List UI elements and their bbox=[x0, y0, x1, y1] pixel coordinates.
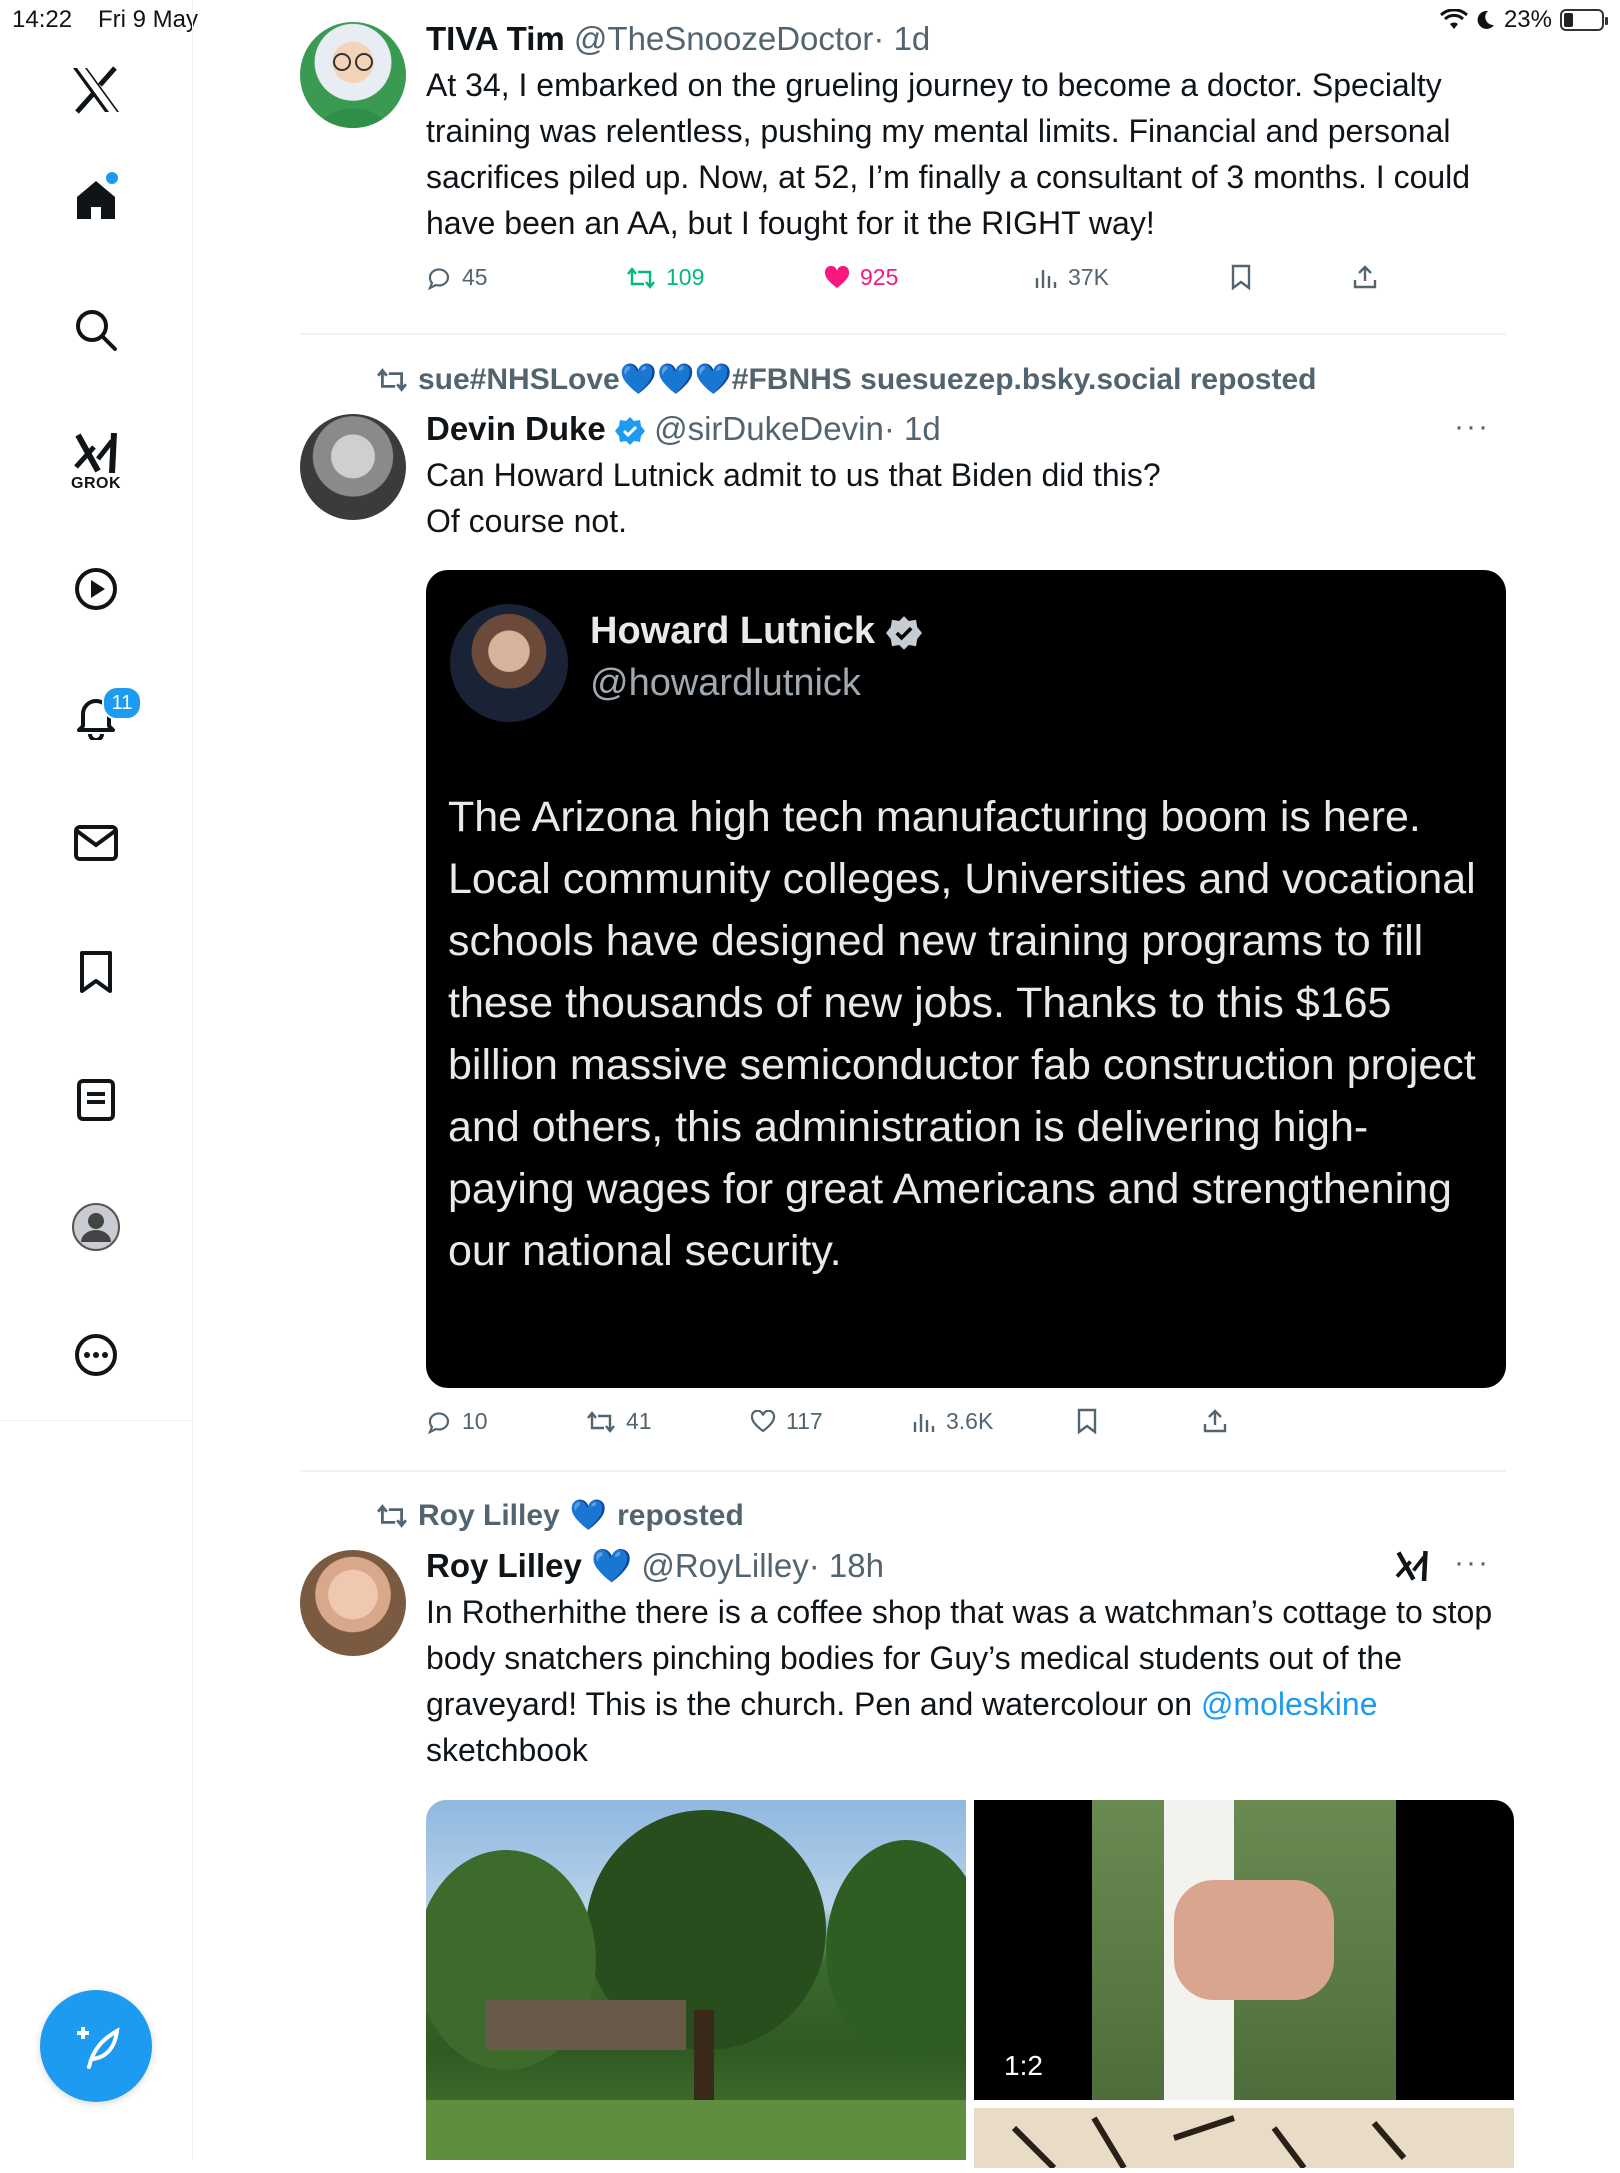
reply-button[interactable]: 45 bbox=[426, 264, 488, 291]
reposted-suffix: reposted bbox=[617, 1498, 744, 1532]
author-handle[interactable]: @sirDukeDevin bbox=[654, 410, 884, 447]
share-icon bbox=[1353, 265, 1377, 289]
share-button[interactable] bbox=[1202, 1408, 1228, 1434]
reply-count: 45 bbox=[462, 264, 488, 290]
sidebar-divider bbox=[0, 1420, 192, 1421]
heart-outline-icon bbox=[750, 1409, 776, 1432]
search-icon[interactable] bbox=[74, 308, 118, 352]
post-text-line-2: Of course not. bbox=[426, 503, 627, 539]
reposted-by-name[interactable]: Roy Lilley bbox=[418, 1499, 560, 1533]
views-icon bbox=[913, 1413, 935, 1432]
mention-link[interactable]: @moleskine bbox=[1201, 1686, 1378, 1722]
bookmark-button[interactable] bbox=[1230, 264, 1252, 290]
post-header: TIVA Tim @TheSnoozeDoctor· 1d bbox=[426, 18, 1506, 60]
more-options-icon[interactable] bbox=[73, 1332, 119, 1378]
quote-verified-badge-icon bbox=[885, 616, 922, 650]
post-text-end: sketchbook bbox=[426, 1732, 588, 1768]
post-header: Roy Lilley 💙 @RoyLilley· 18h bbox=[426, 1545, 1506, 1587]
views-count: 37K bbox=[1068, 264, 1109, 290]
repost-button[interactable]: 41 bbox=[586, 1408, 652, 1435]
quote-author-handle: @howardlutnick bbox=[590, 662, 861, 704]
post-text-line-1: Can Howard Lutnick admit to us that Bide… bbox=[426, 457, 1161, 493]
video-icon[interactable] bbox=[73, 566, 119, 612]
post-actions: 45 109 925 37K bbox=[426, 264, 1426, 304]
grok-label: GROK bbox=[71, 475, 121, 492]
grok-icon bbox=[74, 432, 117, 474]
quote-author-avatar bbox=[450, 604, 568, 722]
repost-indicator-icon bbox=[377, 1503, 407, 1528]
verified-badge-icon bbox=[614, 417, 645, 446]
repost-count: 41 bbox=[626, 1408, 652, 1434]
like-count: 925 bbox=[860, 264, 899, 290]
author-handle[interactable]: @TheSnoozeDoctor bbox=[574, 20, 873, 57]
avatar-devin-duke[interactable] bbox=[300, 414, 406, 520]
notification-badge: 11 bbox=[102, 686, 142, 720]
reply-icon bbox=[427, 267, 450, 290]
mail-icon[interactable] bbox=[73, 823, 119, 863]
author-handle[interactable]: @RoyLilley bbox=[641, 1547, 808, 1584]
sidebar: GROK 11 bbox=[0, 0, 193, 2160]
quoted-screenshot-image[interactable]: Howard Lutnick @howardlutnick The Arizon… bbox=[426, 570, 1506, 1388]
author-name[interactable]: Roy Lilley bbox=[426, 1547, 582, 1584]
views-button[interactable]: 3.6K bbox=[912, 1408, 993, 1435]
avatar-tiva-tim[interactable] bbox=[300, 22, 406, 128]
post-text: In Rotherhithe there is a coffee shop th… bbox=[426, 1594, 1493, 1768]
views-button[interactable]: 37K bbox=[1034, 264, 1109, 291]
quote-text: The Arizona high tech manufacturing boom… bbox=[448, 793, 1476, 1275]
grok-nav-item[interactable]: GROK bbox=[71, 431, 121, 493]
reply-button[interactable]: 10 bbox=[426, 1408, 488, 1435]
author-name[interactable]: TIVA Tim bbox=[426, 20, 565, 57]
post-text: At 34, I embarked on the grueling journe… bbox=[426, 67, 1471, 241]
quote-author-name: Howard Lutnick bbox=[590, 610, 922, 653]
timeline-feed: TIVA Tim @TheSnoozeDoctor· 1d At 34, I e… bbox=[192, 0, 1620, 2171]
repost-icon bbox=[627, 266, 655, 289]
blue-heart-emoji: 💙 bbox=[591, 1547, 633, 1584]
post-actions: 10 41 117 3.6K bbox=[426, 1408, 1426, 1448]
like-button[interactable]: 925 bbox=[824, 264, 898, 291]
x-logo-icon[interactable] bbox=[71, 66, 121, 114]
blue-heart-emoji: 💙 bbox=[569, 1499, 608, 1532]
repost-count: 109 bbox=[666, 264, 705, 290]
compose-feather-icon bbox=[77, 2027, 120, 2069]
post-divider bbox=[300, 333, 1506, 335]
lists-icon[interactable] bbox=[76, 1078, 116, 1122]
avatar-roy-lilley[interactable] bbox=[300, 1550, 406, 1656]
repost-context: sue#NHSLove💙💙💙#FBNHS suesuezep.bsky.soci… bbox=[376, 362, 1316, 397]
repost-context: Roy Lilley 💙 reposted bbox=[376, 1498, 744, 1533]
views-count: 3.6K bbox=[946, 1408, 994, 1434]
post-divider bbox=[300, 1470, 1506, 1472]
bookmark-outline-icon bbox=[1077, 1408, 1097, 1434]
bookmark-icon[interactable] bbox=[78, 950, 114, 994]
reposted-by-text[interactable]: sue#NHSLove💙💙💙#FBNHS suesuezep.bsky.soci… bbox=[418, 362, 1316, 397]
like-count: 117 bbox=[786, 1408, 823, 1434]
reply-icon bbox=[427, 1411, 450, 1434]
views-icon bbox=[1035, 269, 1057, 288]
share-icon bbox=[1203, 1409, 1227, 1433]
like-button[interactable]: 117 bbox=[750, 1408, 823, 1435]
compose-post-button[interactable] bbox=[40, 1990, 152, 2102]
media-video-sketching[interactable]: 1:2 bbox=[974, 1800, 1514, 2100]
share-button[interactable] bbox=[1352, 264, 1378, 290]
repost-icon bbox=[587, 1410, 615, 1433]
post-time: · 18h bbox=[808, 1547, 884, 1584]
home-unread-dot bbox=[106, 172, 118, 184]
author-name[interactable]: Devin Duke bbox=[426, 410, 606, 447]
repost-indicator-icon bbox=[377, 367, 407, 392]
media-sketch-thumbnail[interactable] bbox=[974, 2108, 1514, 2171]
profile-icon[interactable] bbox=[71, 1202, 121, 1252]
post-time: · 1d bbox=[883, 410, 941, 447]
media-photo-churchyard[interactable] bbox=[426, 1800, 966, 2160]
heart-filled-icon bbox=[824, 265, 850, 288]
reply-count: 10 bbox=[462, 1408, 488, 1434]
post-header: Devin Duke @sirDukeDevin· 1d bbox=[426, 408, 1506, 450]
repost-button[interactable]: 109 bbox=[626, 264, 704, 291]
post-time: · 1d bbox=[873, 20, 931, 57]
bookmark-button[interactable] bbox=[1076, 1408, 1098, 1434]
bookmark-outline-icon bbox=[1231, 264, 1251, 290]
video-aspect-label: 1:2 bbox=[1004, 2050, 1043, 2081]
